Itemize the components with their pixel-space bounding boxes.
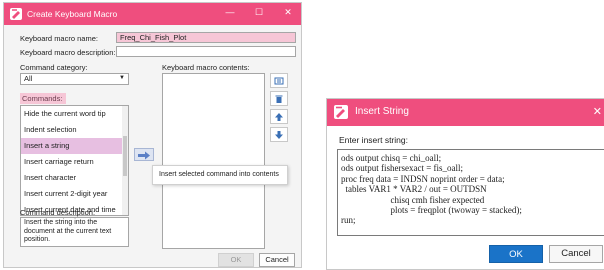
commands-label: Commands:	[20, 93, 67, 104]
macro-dialog-titlebar[interactable]: Create Keyboard Macro — ☐ ✕	[4, 3, 301, 25]
list-item[interactable]: Insert carriage return	[21, 154, 128, 170]
minimize-icon[interactable]: —	[222, 7, 238, 17]
scrollbar-thumb[interactable]	[123, 136, 127, 176]
command-category-label: Command category:	[20, 63, 88, 72]
macro-description-input[interactable]	[116, 46, 296, 57]
code-line: proc freq data = INDSN noprint order = d…	[341, 173, 505, 184]
trash-icon	[275, 95, 283, 103]
app-icon	[10, 8, 22, 20]
macro-contents-label: Keyboard macro contents:	[162, 63, 250, 72]
macro-description-label: Keyboard macro description:	[20, 48, 116, 57]
code-line: ods output fishersexact = fis_oall;	[341, 163, 464, 174]
insert-string-dialog: Insert String ✕ Enter insert string: ods…	[326, 98, 604, 270]
code-line: tables VAR1 * VAR2 / out = OUTDSN	[341, 184, 487, 195]
macro-name-label: Keyboard macro name:	[20, 34, 98, 43]
app-icon	[334, 105, 348, 119]
insert-string-prompt: Enter insert string:	[339, 135, 408, 145]
code-line: chisq cmh fisher expected	[341, 194, 485, 205]
command-category-select[interactable]: All ▼	[20, 73, 129, 85]
list-item-selected[interactable]: Insert a string	[21, 138, 128, 154]
cancel-button[interactable]: Cancel	[259, 253, 295, 267]
macro-name-input[interactable]: Freq_Chi_Fish_Plot	[116, 32, 296, 43]
keyboard-button[interactable]	[270, 73, 288, 88]
ok-button[interactable]: OK	[489, 245, 543, 263]
macro-dialog-title: Create Keyboard Macro	[27, 9, 118, 19]
insert-string-titlebar[interactable]: Insert String ✕	[327, 99, 604, 126]
code-line: run;	[341, 215, 356, 226]
delete-button[interactable]	[270, 91, 288, 106]
cancel-button[interactable]: Cancel	[549, 245, 603, 263]
insert-string-title: Insert String	[355, 106, 409, 117]
command-category-value: All	[24, 74, 33, 83]
move-up-icon	[275, 113, 283, 121]
move-down-button[interactable]	[270, 127, 288, 142]
code-line: plots = freqplot (twoway = stacked);	[341, 205, 522, 216]
command-description-label: Command description:	[20, 208, 96, 217]
ok-button[interactable]: OK	[218, 253, 254, 267]
chevron-down-icon: ▼	[119, 75, 125, 81]
list-item[interactable]: Indent selection	[21, 122, 128, 138]
commands-scrollbar[interactable]	[122, 106, 128, 215]
insert-string-textarea[interactable]: ods output chisq = chi_oall; ods output f…	[337, 149, 604, 236]
move-down-icon	[275, 131, 283, 139]
code-line: ods output chisq = chi_oall;	[341, 153, 442, 163]
insert-arrow-icon	[138, 151, 150, 160]
list-item[interactable]: Insert character	[21, 170, 128, 186]
move-up-button[interactable]	[270, 109, 288, 124]
list-item[interactable]: Hide the current word tip	[21, 106, 128, 122]
close-icon[interactable]: ✕	[593, 105, 602, 118]
commands-list[interactable]: Hide the current word tip Indent selecti…	[20, 105, 129, 216]
macro-contents-list[interactable]	[162, 73, 265, 249]
keyboard-icon	[274, 77, 284, 85]
close-icon[interactable]: ✕	[280, 7, 296, 18]
list-item[interactable]: Insert current 2-digit year	[21, 186, 128, 202]
command-description-text: Insert the string into the document at t…	[20, 217, 129, 247]
insert-command-button[interactable]	[134, 148, 154, 161]
create-keyboard-macro-dialog: Create Keyboard Macro — ☐ ✕ Keyboard mac…	[3, 2, 302, 268]
tooltip: Insert selected command into contents	[152, 165, 288, 185]
maximize-icon[interactable]: ☐	[251, 7, 267, 18]
